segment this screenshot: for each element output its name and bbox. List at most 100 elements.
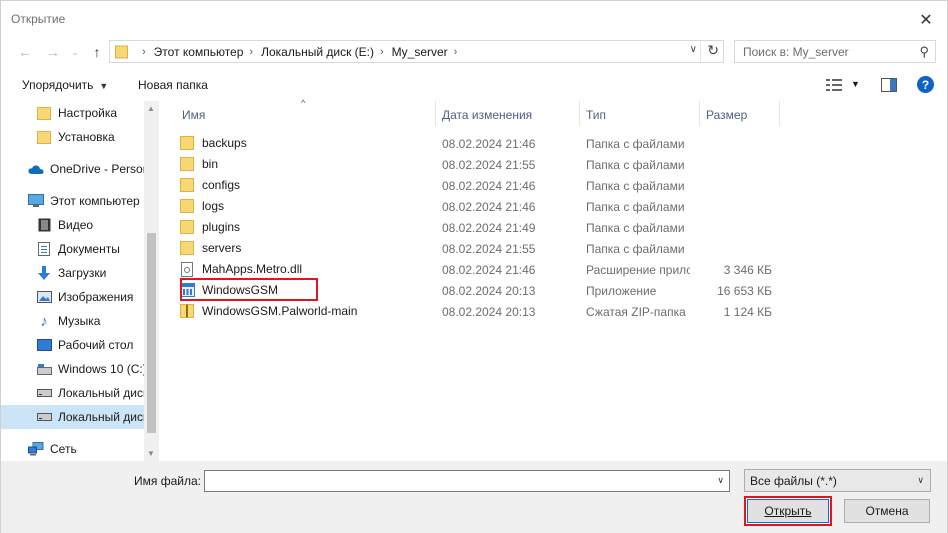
chevron-right-icon[interactable]: ›	[249, 46, 253, 58]
folder-icon	[179, 198, 195, 214]
file-name: logs	[202, 199, 225, 213]
file-name: plugins	[202, 220, 241, 234]
sidebar-item-video[interactable]: Видео	[1, 213, 144, 237]
sidebar-item-this-pc[interactable]: Этот компьютер	[1, 189, 144, 213]
sidebar-item-drive-d[interactable]: Локальный диск (D:)	[1, 381, 144, 405]
scrollbar-thumb[interactable]	[147, 233, 156, 433]
search-placeholder: Поиск в: My_server	[743, 45, 849, 59]
download-icon	[36, 265, 52, 281]
sidebar-item-onedrive[interactable]: OneDrive - Personal	[1, 157, 144, 181]
breadcrumb-item[interactable]: My_server	[392, 45, 448, 59]
chevron-down-icon[interactable]: ∨	[690, 44, 697, 55]
scroll-down-icon[interactable]: ▼	[147, 449, 155, 458]
column-header-name[interactable]: Имя	[182, 101, 205, 126]
drive-icon	[36, 409, 52, 425]
folder-icon	[36, 105, 52, 121]
file-row[interactable]: logs 08.02.2024 21:46 Папка с файлами	[179, 195, 779, 216]
breadcrumb-item[interactable]: Локальный диск (E:)	[261, 45, 374, 59]
view-options-icon[interactable]	[826, 78, 842, 95]
sidebar-item-nastroyka[interactable]: Настройка	[1, 101, 144, 125]
file-row[interactable]: configs 08.02.2024 21:46 Папка с файлами	[179, 174, 779, 195]
file-row[interactable]: bin 08.02.2024 21:55 Папка с файлами	[179, 153, 779, 174]
back-arrow-icon[interactable]: ←	[15, 42, 35, 62]
sidebar-item-label: Установка	[58, 130, 115, 144]
chevron-down-icon[interactable]: ∨	[717, 475, 724, 486]
chevron-right-icon: ›	[142, 46, 146, 58]
file-name: MahApps.Metro.dll	[202, 262, 303, 276]
sidebar-item-drive-e[interactable]: Локальный диск (E:)	[1, 405, 144, 429]
file-date: 08.02.2024 21:55	[442, 158, 536, 172]
file-row[interactable]: plugins 08.02.2024 21:49 Папка с файлами	[179, 216, 779, 237]
file-type: Папка с файлами	[586, 221, 685, 235]
chevron-right-icon[interactable]: ›	[454, 46, 458, 58]
search-input[interactable]: Поиск в: My_server ⚲	[734, 40, 936, 63]
address-bar[interactable]: › Этот компьютер › Локальный диск (E:) ›…	[109, 40, 724, 63]
computer-icon	[28, 193, 44, 209]
file-name: bin	[202, 157, 219, 171]
file-size: 1 124 КБ	[723, 305, 772, 319]
chevron-down-icon[interactable]: ▼	[851, 79, 860, 89]
sidebar-item-desktop[interactable]: Рабочий стол	[1, 333, 144, 357]
sidebar-item-drive-c[interactable]: Windows 10 (C:)	[1, 357, 144, 381]
refresh-icon[interactable]: ↻	[707, 42, 719, 59]
preview-pane-icon[interactable]	[881, 78, 897, 95]
file-row[interactable]: backups 08.02.2024 21:46 Папка с файлами	[179, 132, 779, 153]
column-divider[interactable]	[779, 101, 780, 126]
chevron-right-icon[interactable]: ›	[380, 46, 384, 58]
file-size: 16 653 КБ	[717, 284, 772, 298]
column-header-date[interactable]: Дата изменения	[442, 101, 532, 126]
file-size: 3 346 КБ	[723, 263, 772, 277]
file-row[interactable]: MahApps.Metro.dll 08.02.2024 21:46 Расши…	[179, 258, 779, 279]
sidebar-item-network[interactable]: Сеть	[1, 437, 144, 461]
pictures-icon	[36, 289, 52, 305]
sidebar-item-downloads[interactable]: Загрузки	[1, 261, 144, 285]
sidebar-item-label: Настройка	[58, 106, 118, 120]
sidebar-item-label: Этот компьютер	[50, 194, 140, 208]
filename-input[interactable]: ∨	[204, 470, 730, 492]
organize-button[interactable]: Упорядочить ▼	[22, 78, 108, 92]
file-type: Папка с файлами	[586, 179, 685, 193]
breadcrumb: › Этот компьютер › Локальный диск (E:) ›…	[136, 45, 465, 59]
window-title: Открытие	[11, 12, 66, 26]
sidebar-item-ustanovka[interactable]: Установка	[1, 125, 144, 149]
file-name: backups	[202, 136, 247, 150]
chevron-down-icon[interactable]: ∨	[917, 475, 924, 486]
sidebar-item-label: Windows 10 (C:)	[58, 362, 144, 376]
search-icon: ⚲	[919, 44, 929, 59]
up-arrow-icon[interactable]: ↑	[87, 42, 107, 62]
file-row[interactable]: servers 08.02.2024 21:55 Папка с файлами	[179, 237, 779, 258]
column-header-size[interactable]: Размер	[706, 101, 747, 126]
forward-arrow-icon[interactable]: →	[43, 42, 63, 62]
annotation-highlight-box	[180, 278, 318, 301]
recent-locations-chevron-icon[interactable]: ⌄	[65, 42, 85, 62]
title-bar: Открытие ✕	[1, 1, 947, 38]
new-folder-button[interactable]: Новая папка	[138, 78, 208, 92]
column-divider[interactable]	[435, 101, 436, 126]
sidebar-item-documents[interactable]: Документы	[1, 237, 144, 261]
scroll-up-icon[interactable]: ▲	[147, 104, 155, 113]
file-name: WindowsGSM.Palworld-main	[202, 304, 358, 318]
file-type: Папка с файлами	[586, 158, 685, 172]
divider	[700, 41, 701, 62]
help-icon[interactable]: ?	[917, 76, 934, 93]
breadcrumb-item[interactable]: Этот компьютер	[154, 45, 244, 59]
column-divider[interactable]	[699, 101, 700, 126]
open-button[interactable]: Открыть	[744, 496, 832, 526]
sidebar-item-label: Музыка	[58, 314, 101, 328]
file-name: servers	[202, 241, 242, 255]
file-date: 08.02.2024 21:46	[442, 200, 536, 214]
cancel-button-label: Отмена	[865, 504, 909, 518]
column-divider[interactable]	[579, 101, 580, 126]
cancel-button[interactable]: Отмена	[844, 499, 930, 523]
sidebar-item-music[interactable]: ♪ Музыка	[1, 309, 144, 333]
file-row[interactable]: WindowsGSM.Palworld-main 08.02.2024 20:1…	[179, 300, 779, 321]
folder-icon	[179, 240, 195, 256]
folder-icon	[179, 177, 195, 193]
open-button-label: Открыть	[764, 504, 812, 518]
close-icon[interactable]: ✕	[913, 7, 939, 33]
sidebar-scrollbar[interactable]: ▲ ▼	[144, 101, 159, 461]
column-header-type[interactable]: Тип	[586, 101, 606, 126]
sidebar-item-pictures[interactable]: Изображения	[1, 285, 144, 309]
navigation-bar: ← → ⌄ ↑ › Этот компьютер › Локальный дис…	[1, 39, 947, 65]
file-type-select[interactable]: Все файлы (*.*) ∨	[744, 469, 931, 492]
